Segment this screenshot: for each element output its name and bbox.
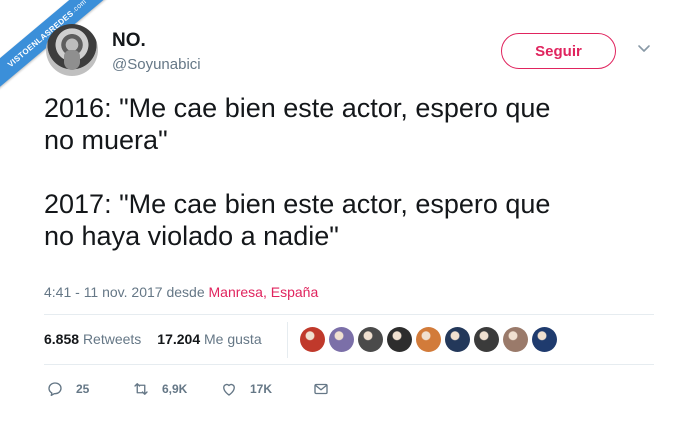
reply-icon [48, 382, 62, 397]
like-count[interactable]: 17.204 Me gusta [157, 331, 261, 347]
like-count-label: Me gusta [204, 331, 262, 347]
tweet-meta: 4:41 - 11 nov. 2017 desde Manresa, Españ… [44, 284, 318, 300]
divider [44, 364, 654, 365]
liker-avatar[interactable] [416, 327, 441, 352]
liker-avatar[interactable] [474, 327, 499, 352]
heart-icon [223, 383, 235, 396]
divider [44, 314, 654, 315]
tweet-card: VISTOENLASREDES .com NO. @Soyunabici Segu… [0, 0, 700, 434]
tweet-location[interactable]: Manresa, España [209, 284, 319, 300]
chevron-down-icon[interactable] [636, 40, 652, 56]
retweet-icon [134, 383, 148, 395]
display-name[interactable]: NO. [112, 30, 146, 52]
retweet-count-label: Retweets [82, 331, 142, 347]
follow-button[interactable]: Seguir [501, 33, 616, 69]
liker-avatar[interactable] [503, 327, 528, 352]
reply-count: 25 [76, 382, 90, 396]
retweet-count[interactable]: 6.858 Retweets [44, 331, 141, 347]
liker-avatar[interactable] [300, 327, 325, 352]
user-handle[interactable]: @Soyunabici [112, 56, 201, 73]
like-action-count: 17K [250, 382, 273, 396]
avatar-image [64, 50, 80, 70]
watermark-suffix: .com [70, 0, 88, 14]
avatar[interactable] [46, 24, 98, 76]
message-button[interactable] [312, 380, 342, 398]
tweet-stats: 6.858 Retweets 17.204 Me gusta [44, 331, 262, 347]
retweet-action-count: 6,9K [162, 382, 188, 396]
liker-avatars [300, 327, 557, 352]
tweet-text: 2016: "Me cae bien este actor, espero qu… [44, 93, 551, 251]
retweet-button[interactable]: 6,9K [132, 380, 220, 398]
envelope-icon [314, 383, 328, 395]
liker-avatar[interactable] [532, 327, 557, 352]
liker-avatar[interactable] [329, 327, 354, 352]
like-count-value: 17.204 [157, 331, 201, 347]
tweet-actions: 25 6,9K 17K [46, 380, 342, 398]
tweet-timestamp[interactable]: 4:41 - 11 nov. 2017 desde [44, 284, 209, 300]
reply-button[interactable]: 25 [46, 380, 132, 398]
stats-separator [287, 322, 288, 358]
liker-avatar[interactable] [387, 327, 412, 352]
like-button[interactable]: 17K [220, 380, 312, 398]
liker-avatar[interactable] [445, 327, 470, 352]
liker-avatar[interactable] [358, 327, 383, 352]
retweet-count-value: 6.858 [44, 331, 80, 347]
